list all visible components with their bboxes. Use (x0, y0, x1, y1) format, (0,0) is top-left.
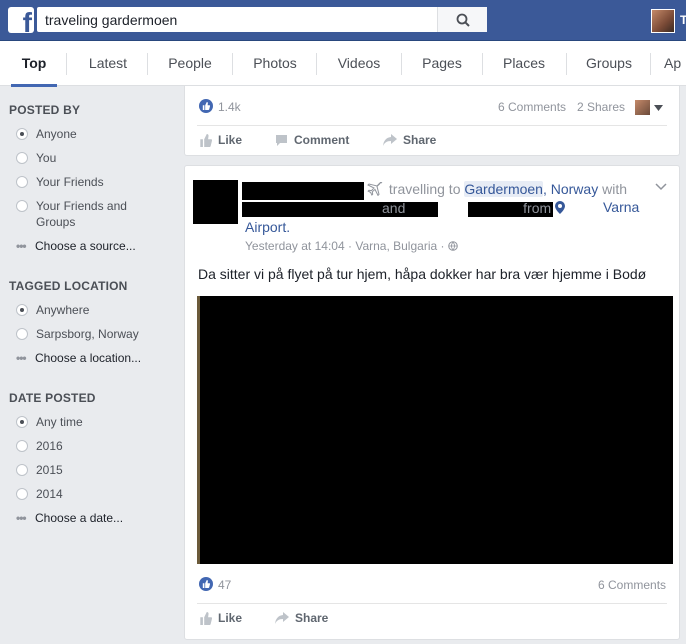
search-icon (456, 13, 470, 27)
location-pin-icon (555, 201, 566, 214)
filter-heading-posted-by: POSTED BY (9, 103, 81, 117)
choose-date-link[interactable]: ••• Choose a date... (16, 511, 123, 525)
filter-option-you[interactable]: You (16, 150, 56, 166)
comment-count[interactable]: 6 Comments (598, 578, 666, 592)
filter-option-2015[interactable]: 2015 (16, 462, 63, 478)
choose-location-link[interactable]: ••• Choose a location... (16, 351, 141, 365)
tab-divider (482, 53, 483, 75)
origin-link-start[interactable]: Varna (603, 199, 639, 215)
airplane-icon (367, 181, 383, 197)
tab-divider (650, 53, 651, 75)
like-button[interactable]: Like (199, 133, 242, 147)
filter-heading-tagged-location: TAGGED LOCATION (9, 279, 128, 293)
radio-selected (16, 304, 28, 316)
tab-apps[interactable]: Ap (664, 41, 686, 86)
top-navigation-bar: f T (0, 0, 686, 41)
search-box (37, 7, 487, 32)
search-filter-tabs: Top Latest People Photos Videos Pages Pl… (0, 41, 686, 87)
post-photo[interactable] (197, 296, 673, 564)
divider (197, 125, 667, 126)
globe-icon (448, 241, 458, 251)
filter-option-anywhere[interactable]: Anywhere (16, 302, 89, 318)
tab-latest[interactable]: Latest (76, 41, 140, 86)
radio (16, 464, 28, 476)
post-meta: Yesterday at 14:04 · Varna, Bulgaria · (245, 239, 458, 253)
tab-divider (316, 53, 317, 75)
filter-option-friends-and-groups[interactable]: Your Friends and Groups (16, 198, 146, 230)
radio-selected (16, 416, 28, 428)
like-count[interactable]: 47 (218, 578, 231, 592)
share-button[interactable]: Share (383, 133, 436, 147)
tab-photos[interactable]: Photos (243, 41, 307, 86)
sharer-avatar[interactable] (635, 100, 650, 115)
post-card: 1.4k 6 Comments 2 Shares Like Comment Sh… (184, 86, 680, 156)
filter-option-2014[interactable]: 2014 (16, 486, 63, 502)
radio (16, 440, 28, 452)
post-header-line-2: and from (241, 199, 661, 218)
like-reaction-icon (199, 99, 213, 113)
profile-name[interactable]: T (680, 13, 686, 27)
comment-button[interactable]: Comment (275, 133, 349, 147)
filter-option-your-friends[interactable]: Your Friends (16, 174, 104, 190)
profile-avatar[interactable] (651, 9, 675, 33)
tab-groups[interactable]: Groups (576, 41, 642, 86)
thumbs-up-icon (200, 611, 212, 625)
post-card: travelling to Gardermoen, Norway with an… (184, 165, 680, 640)
audience-dropdown-icon[interactable] (654, 105, 663, 111)
destination-link[interactable]: Gardermoen (464, 181, 543, 197)
share-count[interactable]: 2 Shares (577, 100, 625, 114)
filter-heading-date-posted: DATE POSTED (9, 391, 96, 405)
divider (197, 603, 667, 604)
more-dots-icon: ••• (16, 511, 27, 525)
facebook-logo[interactable]: f (8, 7, 34, 33)
radio (16, 200, 28, 212)
radio (16, 152, 28, 164)
more-dots-icon: ••• (16, 351, 27, 365)
tab-places[interactable]: Places (492, 41, 556, 86)
tab-top[interactable]: Top (11, 41, 57, 87)
comment-count[interactable]: 6 Comments (498, 100, 566, 114)
thumbs-up-icon (200, 133, 212, 147)
tab-divider (232, 53, 233, 75)
radio (16, 176, 28, 188)
filter-option-2016[interactable]: 2016 (16, 438, 63, 454)
tab-divider (147, 53, 148, 75)
filter-option-sarpsborg[interactable]: Sarpsborg, Norway (16, 326, 139, 342)
redacted-avatar (193, 180, 238, 224)
search-button[interactable] (437, 7, 487, 32)
post-header-line-3: Airport. (241, 218, 661, 237)
post-location[interactable]: Varna, Bulgaria (355, 239, 437, 253)
more-dots-icon: ••• (16, 239, 27, 253)
choose-source-link[interactable]: ••• Choose a source... (16, 239, 136, 253)
tab-divider (401, 53, 402, 75)
post-header-line-1: travelling to Gardermoen, Norway with (241, 180, 661, 199)
radio (16, 328, 28, 340)
tab-pages[interactable]: Pages (411, 41, 473, 86)
post-header: travelling to Gardermoen, Norway with an… (241, 180, 661, 237)
search-input[interactable] (37, 7, 437, 32)
share-arrow-icon (275, 612, 289, 624)
post-text: Da sitter vi på flyet på tur hjem, håpa … (198, 266, 647, 282)
share-button[interactable]: Share (275, 611, 328, 625)
post-timestamp[interactable]: Yesterday at 14:04 (245, 239, 345, 253)
share-arrow-icon (383, 134, 397, 146)
origin-link[interactable]: Airport. (245, 219, 290, 235)
like-button[interactable]: Like (199, 611, 242, 625)
tab-divider (566, 53, 567, 75)
tab-videos[interactable]: Videos (327, 41, 391, 86)
like-reaction-icon (199, 577, 213, 591)
comment-icon (276, 135, 287, 146)
filter-option-anyone[interactable]: Anyone (16, 126, 77, 142)
filter-option-any-time[interactable]: Any time (16, 414, 83, 430)
tab-people[interactable]: People (158, 41, 222, 86)
post-options-chevron-icon[interactable] (655, 180, 667, 192)
radio-selected (16, 128, 28, 140)
like-count[interactable]: 1.4k (218, 100, 241, 114)
tab-divider (66, 53, 67, 75)
radio (16, 488, 28, 500)
